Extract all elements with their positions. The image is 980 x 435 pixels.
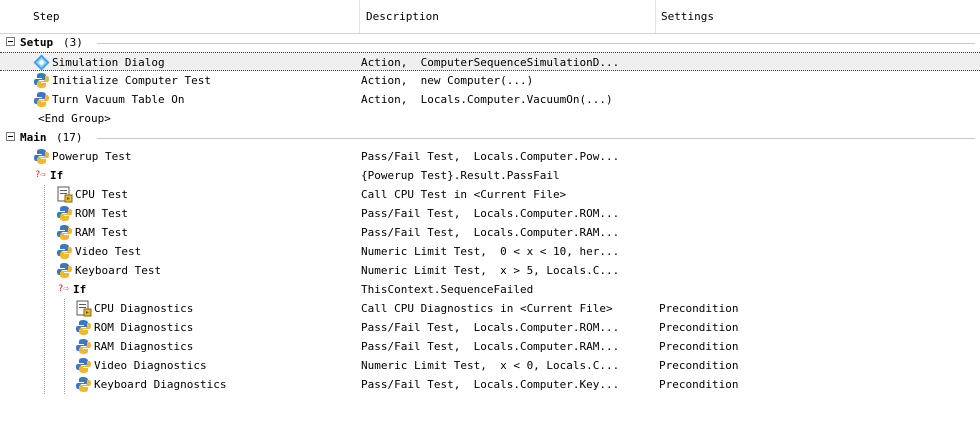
python-icon [56, 205, 73, 222]
step-description: Numeric Limit Test, x < 0, Locals.C... [361, 359, 620, 372]
column-header-step[interactable]: Step [33, 9, 60, 25]
step-name: CPU Test [75, 188, 128, 201]
python-icon [75, 357, 92, 374]
step-description: Numeric Limit Test, x > 5, Locals.C... [361, 264, 620, 277]
step-row[interactable]: ROM Diagnostics Pass/Fail Test, Locals.Co… [0, 318, 980, 337]
step-row[interactable]: Keyboard Diagnostics Pass/Fail Test, Loca… [0, 375, 980, 394]
step-description: Action, new Computer(...) [361, 74, 534, 87]
python-icon [56, 262, 73, 279]
group-header-main[interactable]: Main (17) [0, 128, 980, 147]
python-icon [33, 148, 50, 165]
step-description: Pass/Fail Test, Locals.Computer.RAM... [361, 340, 620, 353]
step-name: Simulation Dialog [52, 56, 165, 69]
step-settings: Precondition [659, 340, 739, 353]
python-icon [75, 376, 92, 393]
step-name: Keyboard Diagnostics [94, 378, 227, 391]
step-name: RAM Test [75, 226, 128, 239]
step-name: ROM Diagnostics [94, 321, 194, 334]
step-row[interactable]: CPU Test Call CPU Test in <Current File> [0, 185, 980, 204]
group-label: Setup [20, 36, 54, 49]
if-step-row[interactable]: ?⇨ If {Powerup Test}.Result.PassFail [0, 166, 980, 185]
step-description: Call CPU Test in <Current File> [361, 188, 567, 201]
step-description: {Powerup Test}.Result.PassFail [361, 169, 560, 182]
if-flow-icon: ?⇨ [58, 284, 69, 294]
tree-guide-line [64, 299, 65, 394]
group-divider [97, 43, 975, 44]
step-description: Action, ComputerSequenceSimulationD... [361, 56, 620, 69]
step-row[interactable]: RAM Diagnostics Pass/Fail Test, Locals.Co… [0, 337, 980, 356]
step-row[interactable]: Simulation Dialog Action, ComputerSequenc… [0, 52, 980, 71]
sequence-icon [33, 54, 50, 71]
step-description: Pass/Fail Test, Locals.Computer.RAM... [361, 226, 620, 239]
end-group-row[interactable]: <End Group> [0, 109, 980, 128]
step-name: ROM Test [75, 207, 128, 220]
group-count: (17) [56, 131, 83, 144]
step-name: If [73, 283, 87, 296]
python-icon [33, 72, 50, 89]
python-icon [56, 243, 73, 260]
collapse-toggle-icon[interactable] [6, 132, 15, 141]
column-divider[interactable] [655, 0, 656, 33]
column-header: Step Description Settings [0, 0, 980, 34]
step-row[interactable]: ROM Test Pass/Fail Test, Locals.Computer.… [0, 204, 980, 223]
step-description: Call CPU Diagnostics in <Current File> [361, 302, 613, 315]
step-name: CPU Diagnostics [94, 302, 194, 315]
step-name: Powerup Test [52, 150, 132, 163]
step-description: Pass/Fail Test, Locals.Computer.ROM... [361, 321, 620, 334]
step-settings: Precondition [659, 378, 739, 391]
step-description: Action, Locals.Computer.VacuumOn(...) [361, 93, 613, 106]
step-description: ThisContext.SequenceFailed [361, 283, 534, 296]
column-header-settings[interactable]: Settings [661, 9, 714, 25]
step-description: Pass/Fail Test, Locals.Computer.ROM... [361, 207, 620, 220]
step-name: RAM Diagnostics [94, 340, 194, 353]
if-step-row[interactable]: ?⇨ If ThisContext.SequenceFailed [0, 280, 980, 299]
group-divider [97, 138, 975, 139]
step-row[interactable]: RAM Test Pass/Fail Test, Locals.Computer.… [0, 223, 980, 242]
collapse-toggle-icon[interactable] [6, 37, 15, 46]
sequence-call-icon [56, 186, 73, 203]
step-settings: Precondition [659, 321, 739, 334]
step-name: Turn Vacuum Table On [52, 93, 185, 106]
step-name: Initialize Computer Test [52, 74, 211, 87]
tree-guide-line [44, 185, 45, 394]
step-row[interactable]: Video Test Numeric Limit Test, 0 < x < 10… [0, 242, 980, 261]
if-flow-icon: ?⇨ [35, 170, 46, 180]
python-icon [75, 319, 92, 336]
group-header-setup[interactable]: Setup (3) [0, 33, 980, 52]
step-row[interactable]: Keyboard Test Numeric Limit Test, x > 5, … [0, 261, 980, 280]
step-row[interactable]: Initialize Computer Test Action, new Comp… [0, 71, 980, 90]
step-settings: Precondition [659, 302, 739, 315]
python-icon [75, 338, 92, 355]
step-row[interactable]: Video Diagnostics Numeric Limit Test, x <… [0, 356, 980, 375]
step-name: If [50, 169, 64, 182]
step-row[interactable]: CPU Diagnostics Call CPU Diagnostics in <… [0, 299, 980, 318]
column-header-description[interactable]: Description [366, 9, 439, 25]
python-icon [33, 91, 50, 108]
step-name: Keyboard Test [75, 264, 162, 277]
sequence-call-icon [75, 300, 92, 317]
step-name: Video Diagnostics [94, 359, 207, 372]
group-count: (3) [63, 36, 83, 49]
step-description: Pass/Fail Test, Locals.Computer.Pow... [361, 150, 620, 163]
step-settings: Precondition [659, 359, 739, 372]
step-name: Video Test [75, 245, 142, 258]
step-row[interactable]: Turn Vacuum Table On Action, Locals.Compu… [0, 90, 980, 109]
step-row[interactable]: Powerup Test Pass/Fail Test, Locals.Compu… [0, 147, 980, 166]
python-icon [56, 224, 73, 241]
step-description: Pass/Fail Test, Locals.Computer.Key... [361, 378, 620, 391]
group-label: Main [20, 131, 47, 144]
end-group-label: <End Group> [38, 112, 111, 125]
column-divider[interactable] [359, 0, 360, 33]
step-description: Numeric Limit Test, 0 < x < 10, her... [361, 245, 620, 258]
